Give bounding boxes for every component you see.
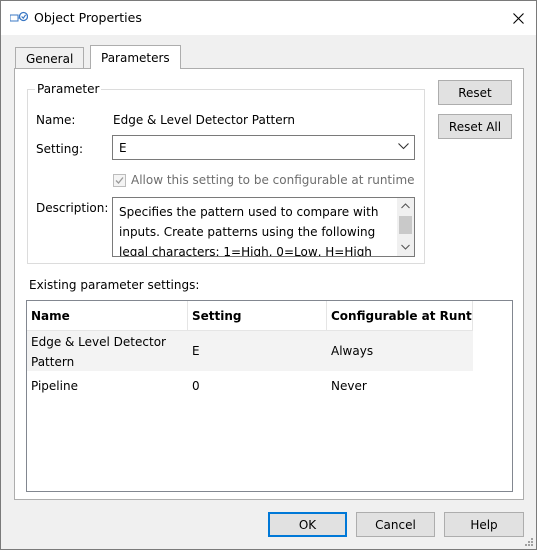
- description-scrollbar[interactable]: [397, 198, 414, 256]
- window-title: Object Properties: [34, 10, 142, 25]
- parameter-group-label: Parameter: [35, 82, 102, 96]
- title-bar: Object Properties: [1, 1, 536, 35]
- name-value: Edge & Level Detector Pattern: [113, 113, 295, 127]
- parameters-panel: Name: Edge & Level Detector Pattern Sett…: [14, 68, 524, 500]
- cancel-button[interactable]: Cancel: [356, 512, 435, 537]
- scroll-thumb[interactable]: [399, 216, 412, 234]
- column-header-label: Setting: [192, 309, 242, 323]
- setting-selected-value: E: [119, 140, 127, 155]
- description-line: legal characters: 1=High, 0=Low, H=High: [119, 245, 372, 257]
- row-setting-cell: E: [192, 344, 200, 358]
- setting-label: Setting:: [36, 142, 84, 156]
- tab-parameters-label: Parameters: [101, 50, 170, 65]
- column-header-name[interactable]: Name: [27, 301, 188, 331]
- description-textbox[interactable]: Specifies the pattern used to compare wi…: [112, 197, 415, 257]
- existing-settings-label: Existing parameter settings:: [29, 278, 200, 292]
- tab-general-label: General: [26, 51, 74, 66]
- table-row[interactable]: Edge & Level Detector Pattern E Always: [27, 331, 473, 371]
- description-line: Specifies the pattern used to compare wi…: [119, 205, 379, 219]
- close-button[interactable]: [500, 1, 536, 35]
- chevron-down-icon: [398, 143, 409, 150]
- row-name-cell: Pipeline: [31, 379, 78, 393]
- runtime-configurable-label: Allow this setting to be configurable at…: [131, 173, 415, 187]
- reset-button[interactable]: Reset: [438, 80, 512, 105]
- table-row[interactable]: Pipeline 0 Never: [27, 371, 473, 401]
- description-label: Description:: [36, 201, 109, 215]
- scroll-down-icon[interactable]: [401, 244, 410, 250]
- column-header-label: Configurable at Runtime: [331, 309, 472, 323]
- ok-button[interactable]: OK: [268, 512, 347, 537]
- column-header-label: Name: [31, 309, 70, 323]
- reset-all-button-label: Reset All: [448, 119, 502, 134]
- reset-button-label: Reset: [458, 85, 492, 100]
- list-header: Name Setting Configurable at Runtime: [27, 301, 473, 331]
- description-line: inputs. Create patterns using the follow…: [119, 225, 376, 239]
- column-header-configurable[interactable]: Configurable at Runtime: [327, 301, 473, 331]
- runtime-configurable-checkbox[interactable]: Allow this setting to be configurable at…: [113, 173, 415, 187]
- row-name-cell: Edge & Level Detector Pattern: [31, 335, 166, 369]
- column-header-setting[interactable]: Setting: [188, 301, 327, 331]
- help-button-label: Help: [470, 517, 498, 532]
- object-properties-dialog: Object Properties General Parameters Nam…: [0, 0, 537, 550]
- row-configurable-cell: Always: [331, 344, 374, 358]
- setting-select[interactable]: E: [112, 135, 415, 160]
- close-icon: [512, 12, 524, 24]
- reset-all-button[interactable]: Reset All: [438, 114, 512, 139]
- ok-button-label: OK: [298, 517, 317, 532]
- description-text: Specifies the pattern used to compare wi…: [119, 202, 399, 257]
- help-button[interactable]: Help: [444, 512, 524, 537]
- object-properties-icon: [9, 10, 29, 26]
- resize-grip-icon[interactable]: [524, 537, 534, 547]
- row-configurable-cell: Never: [331, 379, 367, 393]
- parameter-group: Name: Edge & Level Detector Pattern Sett…: [27, 89, 425, 264]
- name-label: Name:: [36, 113, 76, 127]
- checkmark-icon: [115, 176, 124, 184]
- row-setting-cell: 0: [192, 379, 200, 393]
- checkbox-box: [113, 173, 126, 187]
- tab-parameters[interactable]: Parameters: [90, 45, 181, 69]
- cancel-button-label: Cancel: [375, 517, 416, 532]
- existing-settings-list[interactable]: Name Setting Configurable at Runtime Edg…: [26, 300, 513, 492]
- tab-general[interactable]: General: [15, 47, 85, 69]
- scroll-up-icon[interactable]: [401, 203, 410, 209]
